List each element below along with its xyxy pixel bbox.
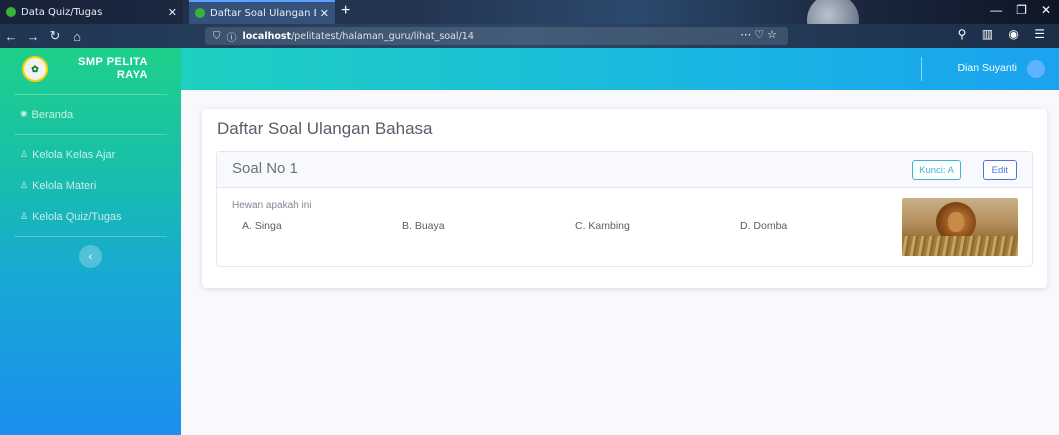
- grass: [902, 236, 1018, 256]
- sidebar-item-beranda[interactable]: ✺ Beranda: [0, 99, 181, 130]
- user-name[interactable]: Dian Suyanti: [957, 62, 1017, 74]
- browser-tab-bar: Data Quiz/Tugas ✕ Daftar Soal Ulangan Ba…: [0, 0, 1059, 46]
- home-icon[interactable]: ⌂: [66, 29, 88, 44]
- question-card-header: Soal No 1 Kunci: A Edit: [217, 152, 1032, 188]
- school-logo: ✿: [22, 56, 48, 82]
- option-b: B. Buaya: [402, 220, 445, 232]
- user-icon: ♙: [20, 149, 29, 159]
- lion-face: [948, 212, 964, 232]
- question-number: Soal No 1: [232, 160, 298, 177]
- tab-title: Data Quiz/Tugas: [21, 6, 103, 18]
- option-a: A. Singa: [242, 220, 282, 232]
- option-c: C. Kambing: [575, 220, 630, 232]
- edit-button[interactable]: Edit: [982, 160, 1017, 180]
- sidebar-divider: [14, 94, 167, 95]
- sidebar-divider: [14, 134, 167, 135]
- close-tab-icon[interactable]: ✕: [168, 6, 177, 19]
- answer-key-button[interactable]: Kunci: A: [912, 160, 961, 180]
- site-favicon-icon: [6, 7, 16, 17]
- sidebar: ✿ SMP PELITA RAYA ✺ Beranda ♙ Kelola Kel…: [0, 48, 181, 435]
- page-actions-icon[interactable]: ⋯♡☆: [740, 28, 780, 41]
- tab-title: Daftar Soal Ulangan Bahasa: [210, 7, 316, 19]
- back-icon[interactable]: ←: [0, 29, 22, 44]
- user-icon: ♙: [20, 180, 29, 190]
- brand-name: SMP PELITA RAYA: [78, 56, 148, 82]
- toolbar-icons[interactable]: ⚲ ▥ ◉ ☰: [958, 27, 1051, 41]
- sidebar-toggle-button[interactable]: ‹: [79, 245, 102, 268]
- sidebar-item-label: Kelola Kelas Ajar: [32, 148, 116, 161]
- reload-icon[interactable]: ↻: [44, 28, 66, 44]
- brand-line-1: SMP PELITA: [78, 56, 148, 68]
- question-list-card: Daftar Soal Ulangan Bahasa Soal No 1 Kun…: [202, 109, 1047, 288]
- maximize-icon[interactable]: ❐: [1016, 3, 1027, 17]
- site-favicon-icon: [195, 8, 205, 18]
- sidebar-item-kelola-kelas-ajar[interactable]: ♙ Kelola Kelas Ajar: [0, 139, 181, 170]
- sidebar-divider: [14, 236, 167, 237]
- close-window-icon[interactable]: ✕: [1041, 3, 1051, 17]
- close-tab-icon[interactable]: ✕: [320, 7, 329, 20]
- browser-nav-bar: ← → ↻ ⌂ ⛉ ⓘ localhost /pelitatest/halama…: [0, 24, 1059, 48]
- url-host: localhost: [242, 30, 292, 42]
- lion-image: [902, 198, 1018, 256]
- user-icon: ♙: [20, 211, 29, 221]
- browser-tab-active[interactable]: Daftar Soal Ulangan Bahasa ✕: [189, 0, 335, 24]
- new-tab-icon[interactable]: +: [341, 2, 350, 20]
- page-title: Daftar Soal Ulangan Bahasa: [217, 119, 433, 138]
- info-icon[interactable]: ⓘ: [227, 29, 237, 44]
- dashboard-icon: ✺: [20, 109, 28, 119]
- shield-icon: ⛉: [213, 30, 221, 42]
- window-controls: — ❐ ✕: [990, 3, 1051, 17]
- brand-line-2: RAYA: [116, 69, 148, 81]
- option-d: D. Domba: [740, 220, 788, 232]
- sidebar-item-label: Kelola Quiz/Tugas: [32, 210, 122, 223]
- browser-tab[interactable]: Data Quiz/Tugas ✕: [0, 0, 183, 24]
- sidebar-brand[interactable]: ✿ SMP PELITA RAYA: [0, 48, 181, 90]
- minimize-icon[interactable]: —: [990, 3, 1002, 17]
- sidebar-item-kelola-materi[interactable]: ♙ Kelola Materi: [0, 170, 181, 201]
- sidebar-item-kelola-quiz-tugas[interactable]: ♙ Kelola Quiz/Tugas: [0, 201, 181, 232]
- url-path: /pelitatest/halaman_guru/lihat_soal/14: [291, 30, 474, 42]
- sidebar-item-label: Beranda: [31, 108, 74, 121]
- question-card: Soal No 1 Kunci: A Edit Hewan apakah ini…: [216, 151, 1033, 267]
- url-bar[interactable]: ⛉ ⓘ localhost /pelitatest/halaman_guru/l…: [205, 27, 788, 45]
- question-text: Hewan apakah ini: [232, 200, 312, 211]
- topbar: Dian Suyanti: [181, 48, 1059, 90]
- forward-icon[interactable]: →: [22, 29, 44, 44]
- avatar[interactable]: [1027, 60, 1045, 78]
- sidebar-item-label: Kelola Materi: [32, 179, 97, 192]
- topbar-divider: [921, 57, 922, 81]
